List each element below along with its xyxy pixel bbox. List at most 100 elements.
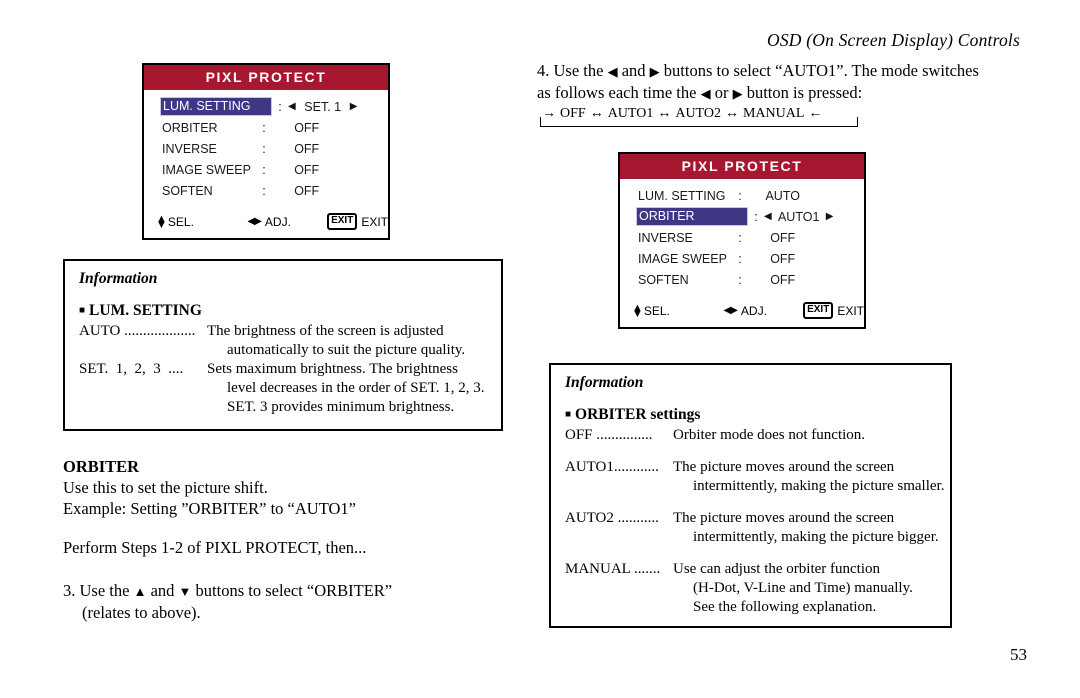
left-arrow-icon: ◀ bbox=[700, 86, 711, 101]
osd2-row-inverse-colon: : bbox=[738, 230, 742, 245]
info-left-entry-set-line1: Sets maximum brightness. The brightness bbox=[207, 361, 458, 377]
cycle-item-auto2: AUTO2 bbox=[675, 106, 721, 121]
osd1-row-image-sweep-value: OFF bbox=[294, 162, 320, 177]
up-arrow-icon: ▲ bbox=[133, 584, 147, 599]
info-right-entry-auto1: AUTO1............ The picture moves arou… bbox=[565, 458, 950, 496]
osd1-menu-list: LUM. SETTING : ◀ SET. 1 ▶ ORBITER : ◀ OF… bbox=[144, 90, 388, 205]
osd2-footer: ▲ ▼ SEL. ◀▶ ADJ. EXIT EXIT bbox=[620, 294, 864, 327]
orbiter-section-line1: Use this to set the picture shift. bbox=[63, 478, 268, 497]
info-right-entry-auto1-term: AUTO1............ bbox=[565, 459, 659, 475]
osd1-row-soften[interactable]: SOFTEN : ◀ OFF ▶ bbox=[144, 180, 388, 201]
orbiter-step-3-text-d: (relates to above). bbox=[82, 603, 201, 622]
step-4-text-a: 4. Use the bbox=[537, 61, 608, 80]
osd1-row-inverse-label: INVERSE bbox=[162, 141, 217, 156]
info-right-entry-off-desc: Orbiter mode does not function. bbox=[673, 426, 950, 445]
osd1-row-inverse[interactable]: INVERSE : ◀ OFF ▶ bbox=[144, 138, 388, 159]
right-arrow-icon: ▶ bbox=[649, 64, 660, 79]
osd1-row-lum-setting-label: LUM. SETTING bbox=[160, 97, 272, 116]
osd-panel-pixl-protect-2: PIXL PROTECT LUM. SETTING : ◀ AUTO ▶ ORB… bbox=[618, 152, 866, 329]
left-arrow-icon[interactable]: ◀ bbox=[764, 211, 772, 222]
cycle-in-arrow-icon: → bbox=[542, 106, 556, 121]
osd1-row-image-sweep-colon: : bbox=[262, 162, 266, 177]
osd1-adjust-hint: ◀▶ ADJ. bbox=[248, 215, 328, 229]
osd2-row-lum-setting-label: LUM. SETTING bbox=[638, 188, 726, 203]
step-4-line-2: as follows each time the ◀ or ▶ button i… bbox=[537, 82, 1027, 104]
step-4-text-e: or bbox=[710, 83, 733, 102]
right-arrow-icon[interactable]: ▶ bbox=[350, 101, 358, 112]
info-right-entry-auto1-desc: The picture moves around the screen inte… bbox=[673, 458, 950, 496]
info-right-entry-manual-line1: Use can adjust the orbiter function bbox=[673, 561, 881, 577]
exit-key-icon: EXIT bbox=[327, 213, 358, 230]
left-arrow-icon[interactable]: ◀ bbox=[288, 101, 296, 112]
osd-panel-pixl-protect-1: PIXL PROTECT LUM. SETTING : ◀ SET. 1 ▶ O… bbox=[142, 63, 390, 240]
info-right-heading: ■ ORBITER settings bbox=[565, 406, 950, 424]
osd1-select-hint-label: SEL. bbox=[167, 214, 194, 229]
mode-cycle-diagram: → OFF ↔ AUTO1 ↔ AUTO2 ↔ MANUAL ← bbox=[540, 106, 858, 127]
osd2-row-orbiter-label: ORBITER bbox=[636, 207, 748, 226]
osd1-title: PIXL PROTECT bbox=[205, 69, 327, 85]
osd2-row-image-sweep-label: IMAGE SWEEP bbox=[638, 251, 727, 266]
cycle-out-arrow-icon: ← bbox=[808, 106, 823, 121]
osd2-row-orbiter-value-group: ◀ AUTO1 ▶ bbox=[764, 210, 833, 224]
info-left-entry-set: SET. 1, 2, 3 .... Sets maximum brightnes… bbox=[79, 360, 501, 417]
osd2-row-inverse[interactable]: INVERSE : ◀ OFF ▶ bbox=[620, 227, 864, 248]
osd1-exit-hint: EXIT EXIT bbox=[327, 213, 388, 230]
cycle-separator-icon: ↔ bbox=[724, 106, 739, 121]
cycle-separator-icon: ↔ bbox=[657, 106, 672, 121]
info-left-heading: ■ LUM. SETTING bbox=[79, 302, 501, 320]
osd1-row-inverse-colon: : bbox=[262, 141, 266, 156]
right-arrow-icon: ▶ bbox=[730, 305, 738, 316]
right-arrow-icon[interactable]: ▶ bbox=[826, 211, 834, 222]
osd2-select-hint: ▲ ▼ SEL. bbox=[632, 302, 724, 319]
osd2-row-orbiter[interactable]: ORBITER : ◀ AUTO1 ▶ bbox=[620, 206, 864, 227]
osd1-row-soften-colon: : bbox=[262, 183, 266, 198]
right-arrow-icon: ▶ bbox=[732, 86, 743, 101]
osd1-row-orbiter[interactable]: ORBITER : ◀ OFF ▶ bbox=[144, 117, 388, 138]
osd2-row-soften-value: OFF bbox=[770, 272, 796, 287]
osd1-row-orbiter-colon: : bbox=[262, 120, 266, 135]
info-left-entry-set-line2: level decreases in the order of SET. 1, … bbox=[227, 380, 485, 396]
info-left-heading-text: LUM. SETTING bbox=[89, 302, 202, 319]
up-down-arrows-icon: ▲ ▼ bbox=[632, 302, 643, 319]
info-right-entry-manual-line3: See the following explanation. bbox=[693, 599, 877, 615]
info-left-entry-set-desc: Sets maximum brightness. The brightness … bbox=[207, 360, 501, 417]
bullet-square-icon: ■ bbox=[565, 409, 572, 420]
step-4-text-d: as follows each time the bbox=[537, 83, 701, 102]
orbiter-section-line2: Example: Setting ”ORBITER” to “AUTO1” bbox=[63, 499, 356, 518]
orbiter-section-line3: Perform Steps 1-2 of PIXL PROTECT, then.… bbox=[63, 538, 367, 557]
osd2-row-soften-colon: : bbox=[738, 272, 742, 287]
cycle-item-auto1: AUTO1 bbox=[607, 106, 654, 121]
step-4-text-f: button is pressed: bbox=[742, 83, 863, 102]
information-box-orbiter-settings: Information ■ ORBITER settings OFF ......… bbox=[549, 363, 952, 628]
step-4-text-b: and bbox=[617, 61, 650, 80]
osd2-row-soften-value-group: ◀ OFF ▶ bbox=[748, 273, 817, 287]
info-left-entry-set-term: SET. 1, 2, 3 .... bbox=[79, 361, 184, 377]
osd2-row-lum-setting-value: AUTO bbox=[765, 188, 800, 203]
info-left-entry-auto-desc: The brightness of the screen is adjusted… bbox=[207, 322, 501, 360]
osd2-row-lum-setting-value-group: ◀ AUTO ▶ bbox=[748, 189, 817, 203]
osd1-title-bar: PIXL PROTECT bbox=[144, 65, 388, 90]
cycle-separator-icon: ↔ bbox=[589, 106, 604, 121]
info-left-entry-set-line3: SET. 3 provides minimum brightness. bbox=[227, 399, 455, 415]
osd1-row-orbiter-value-group: ◀ OFF ▶ bbox=[272, 121, 341, 135]
osd2-menu-list: LUM. SETTING : ◀ AUTO ▶ ORBITER : ◀ AUTO… bbox=[620, 179, 864, 294]
page-number: 53 bbox=[1010, 645, 1027, 665]
osd1-row-soften-value: OFF bbox=[294, 183, 320, 198]
osd1-footer: ▲ ▼ SEL. ◀▶ ADJ. EXIT EXIT bbox=[144, 205, 388, 238]
osd1-row-lum-setting[interactable]: LUM. SETTING : ◀ SET. 1 ▶ bbox=[144, 96, 388, 117]
osd2-row-image-sweep[interactable]: IMAGE SWEEP : ◀ OFF ▶ bbox=[620, 248, 864, 269]
osd2-row-lum-setting[interactable]: LUM. SETTING : ◀ AUTO ▶ bbox=[620, 185, 864, 206]
osd1-row-inverse-value-group: ◀ OFF ▶ bbox=[272, 142, 341, 156]
cycle-item-off: OFF bbox=[560, 106, 586, 121]
page-number-text: 53 bbox=[1010, 645, 1027, 664]
osd1-row-image-sweep-label: IMAGE SWEEP bbox=[162, 162, 251, 177]
osd1-row-image-sweep[interactable]: IMAGE SWEEP : ◀ OFF ▶ bbox=[144, 159, 388, 180]
information-box-lum-setting: Information ■ LUM. SETTING AUTO .........… bbox=[63, 259, 503, 431]
orbiter-step-3-text-a: 3. Use the bbox=[63, 581, 134, 600]
info-right-title: Information bbox=[565, 374, 644, 391]
osd2-row-soften[interactable]: SOFTEN : ◀ OFF ▶ bbox=[620, 269, 864, 290]
